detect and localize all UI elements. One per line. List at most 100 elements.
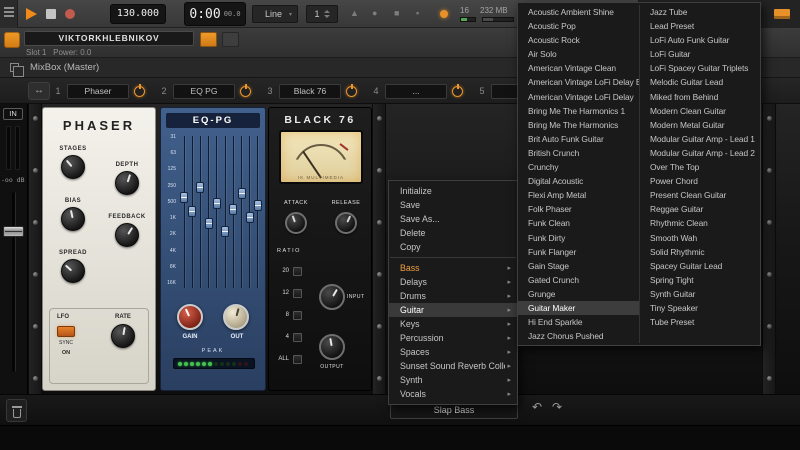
submenu-item[interactable]: Crunchy	[518, 160, 639, 174]
tempo-display[interactable]: 130.000	[110, 4, 166, 24]
slider-cap[interactable]	[245, 212, 254, 223]
wrapper-settings-button[interactable]	[200, 32, 217, 47]
submenu-item[interactable]: Smooth Wah	[640, 231, 760, 245]
submenu-item[interactable]: Acoustic Rock	[518, 33, 639, 47]
menu-category-item[interactable]: Bass ▸	[389, 261, 517, 275]
menu-category-item[interactable]: Keys ▸	[389, 317, 517, 331]
menu-category-item[interactable]: Synth ▸	[389, 373, 517, 387]
menu-category-item[interactable]: Percussion ▸	[389, 331, 517, 345]
submenu-item[interactable]: Spacey Guitar Lead	[640, 259, 760, 273]
submenu-item[interactable]: American Vintage LoFi Delay	[518, 90, 639, 104]
submenu-item[interactable]: LoFi Guitar	[640, 47, 760, 61]
snap-selector[interactable]: Line ▾	[252, 5, 298, 23]
power-icon[interactable]	[346, 83, 357, 97]
submenu-item[interactable]: Modular Guitar Amp - Lead 2	[640, 146, 760, 160]
submenu-item[interactable]: Bring Me The Harmonics	[518, 118, 639, 132]
eq-band-slider[interactable]	[237, 134, 246, 290]
play-button[interactable]	[26, 8, 37, 20]
submenu-item[interactable]: Over The Top	[640, 160, 760, 174]
slider-cap[interactable]	[180, 192, 188, 203]
record-button[interactable]	[65, 9, 75, 19]
slider-cap[interactable]	[188, 206, 197, 217]
menu-category-item[interactable]: Delays ▸	[389, 275, 517, 289]
redo-button[interactable]: ↷	[552, 400, 562, 414]
serial-parallel-button[interactable]: ↔	[28, 82, 50, 100]
metronome-icon[interactable]: ▲	[350, 8, 359, 18]
menu-item[interactable]: Save As...	[389, 212, 517, 226]
slot-name-box[interactable]: EQ PG	[173, 83, 235, 99]
submenu-item[interactable]: Gated Crunch	[518, 273, 639, 287]
submenu-item[interactable]: Spring Tight	[640, 273, 760, 287]
submenu-item[interactable]: Acoustic Pop	[518, 19, 639, 33]
submenu-item[interactable]: Digital Acoustic	[518, 174, 639, 188]
overdub-icon[interactable]: ■	[394, 8, 399, 18]
submenu-item[interactable]: Funk Flanger	[518, 245, 639, 259]
channel-icon[interactable]	[4, 32, 20, 48]
submenu-item[interactable]: Tiny Speaker	[640, 301, 760, 315]
undo-button[interactable]: ↶	[532, 400, 542, 414]
eq-band-slider[interactable]	[188, 134, 197, 290]
eq-band-slider[interactable]	[212, 134, 221, 290]
submenu-item[interactable]: Modern Metal Guitar	[640, 118, 760, 132]
ratio-button[interactable]	[293, 288, 302, 298]
lfo-sync-button[interactable]	[57, 326, 75, 337]
submenu-item[interactable]: Guitar Maker	[518, 300, 639, 316]
output-knob[interactable]	[319, 334, 345, 360]
submenu-item[interactable]: Brit Auto Funk Guitar	[518, 132, 639, 146]
spinner-arrows-icon[interactable]	[323, 10, 330, 18]
rate-knob[interactable]	[111, 324, 135, 348]
submenu-item[interactable]: Rhythmic Clean	[640, 216, 760, 230]
submenu-item[interactable]: Jazz Tube	[640, 5, 760, 19]
window-detach-icon[interactable]	[10, 63, 24, 77]
knob-dial[interactable]	[115, 171, 139, 195]
power-icon[interactable]	[240, 83, 251, 97]
submenu-item[interactable]: Synth Guitar	[640, 287, 760, 301]
power-icon[interactable]	[452, 83, 463, 97]
ratio-button[interactable]	[293, 332, 302, 342]
eq-band-slider[interactable]	[196, 134, 205, 290]
eq-band-slider[interactable]	[221, 134, 230, 290]
power-icon[interactable]	[134, 83, 145, 97]
menu-item[interactable]: Save	[389, 198, 517, 212]
slider-cap[interactable]	[196, 182, 205, 193]
pattern-selector[interactable]: 1	[306, 5, 338, 23]
menu-category-item[interactable]: Sunset Sound Reverb Collection ▸	[389, 359, 517, 373]
submenu-item[interactable]: Flexi Amp Metal	[518, 188, 639, 202]
submenu-item[interactable]: Solid Rhythmic	[640, 245, 760, 259]
submenu-item[interactable]: Lead Preset	[640, 19, 760, 33]
submenu-item[interactable]: Folk Phaser	[518, 202, 639, 216]
submenu-item[interactable]: Funk Clean	[518, 216, 639, 230]
track-name-display[interactable]: VIKTORKHLEBNIKOV	[24, 31, 194, 46]
submenu-item[interactable]: Present Clean Guitar	[640, 188, 760, 202]
submenu-item[interactable]: Reggae Guitar	[640, 202, 760, 216]
menu-item[interactable]: Copy	[389, 240, 517, 254]
submenu-item[interactable]: Modern Clean Guitar	[640, 104, 760, 118]
input-knob[interactable]	[319, 284, 345, 310]
slider-cap[interactable]	[237, 188, 246, 199]
eq-gain-knob[interactable]	[177, 304, 203, 330]
submenu-item[interactable]: American Vintage Clean	[518, 61, 639, 75]
release-knob[interactable]	[335, 212, 357, 234]
submenu-item[interactable]: Bring Me The Harmonics 1	[518, 104, 639, 118]
knob-dial[interactable]	[115, 223, 139, 247]
knob-dial[interactable]	[61, 207, 85, 231]
wait-icon[interactable]: ●	[372, 8, 377, 18]
ratio-button[interactable]	[293, 310, 302, 320]
clear-chain-button[interactable]	[6, 399, 27, 422]
submenu-item[interactable]: Miked from Behind	[640, 90, 760, 104]
eq-band-slider[interactable]	[253, 134, 262, 290]
submenu-item[interactable]: Gain Stage	[518, 259, 639, 273]
slider-cap[interactable]	[204, 218, 213, 229]
submenu-item[interactable]: Grunge	[518, 287, 639, 301]
menu-item[interactable]: Initialize	[389, 184, 517, 198]
slot-name-box[interactable]: ...	[385, 83, 447, 99]
eq-band-slider[interactable]	[204, 134, 213, 290]
menu-category-item[interactable]: Drums ▸	[389, 289, 517, 303]
submenu-item[interactable]: Melodic Guitar Lead	[640, 75, 760, 89]
eq-out-knob[interactable]	[223, 304, 249, 330]
eq-band-slider[interactable]	[229, 134, 238, 290]
ratio-button[interactable]	[293, 266, 302, 276]
ratio-button[interactable]	[293, 354, 302, 364]
submenu-item[interactable]: Jazz Chorus Pushed	[518, 329, 639, 343]
input-gain-fader[interactable]	[3, 226, 24, 237]
